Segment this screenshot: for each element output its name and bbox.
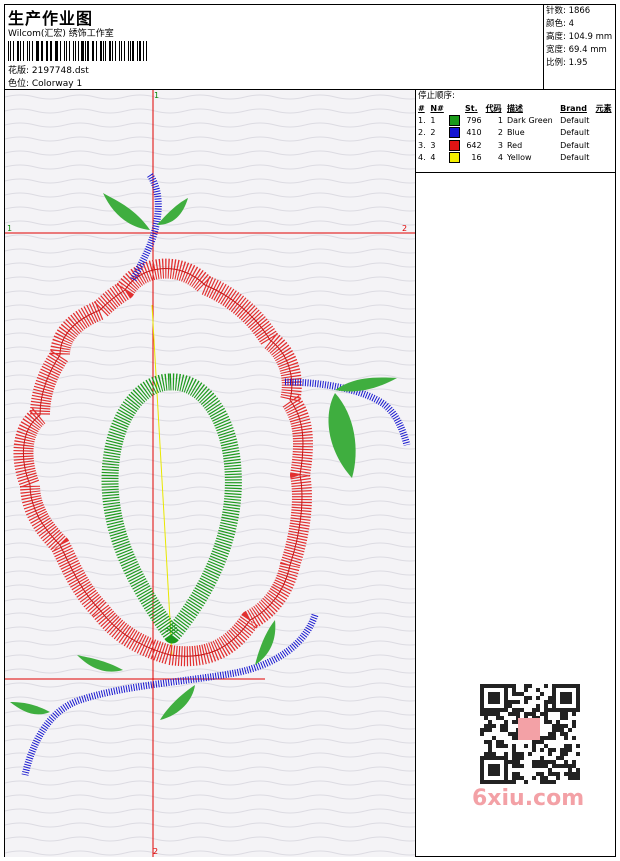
header-panel: 生产作业图 Wilcom(汇宏) 绣饰工作室 花版: 2197748.dst 色…	[5, 5, 615, 90]
scale-value: 比例: 1.95	[546, 58, 588, 68]
color-swatch-icon	[449, 114, 460, 126]
row-element	[594, 114, 615, 127]
guide-label-top: 1	[154, 91, 159, 100]
table-row: 3. 3 642 3 Red Default	[416, 139, 615, 152]
table-header-row: # N# St. 代码 描述 Brand 元素	[416, 102, 615, 114]
design-file-label: 花版: 2197748.dst	[8, 66, 89, 76]
height-value: 高度: 104.9 mm	[546, 32, 613, 42]
color-swatch	[447, 152, 463, 165]
guide-label-bottom: 2	[153, 847, 158, 856]
stop-sequence-title: 停止顺序:	[418, 91, 455, 101]
row-description: Dark Green	[506, 115, 553, 125]
row-stitches: 410	[466, 128, 482, 138]
column-header: St.	[465, 103, 478, 113]
row-element	[594, 152, 615, 165]
guide-label-left: 1	[7, 224, 12, 233]
column-header: 描述	[506, 103, 523, 113]
column-header	[447, 102, 463, 114]
row-number: 4	[430, 153, 436, 163]
design-canvas[interactable]: 1 2 1 2	[5, 90, 416, 857]
barcode	[8, 41, 148, 61]
color-count: 颜色: 4	[546, 19, 574, 29]
row-index: 1.	[418, 115, 426, 125]
stop-sequence-table: # N# St. 代码 描述 Brand 元素 1. 1 796 1 Dark Gree…	[416, 102, 615, 164]
row-number: 2	[430, 128, 436, 138]
row-brand: Default	[560, 115, 590, 125]
company-name: Wilcom(汇宏) 绣饰工作室	[8, 29, 114, 39]
row-stitches: 642	[466, 140, 482, 150]
color-swatch	[447, 114, 463, 127]
panel-divider	[416, 172, 615, 173]
row-brand: Default	[560, 153, 590, 163]
column-header: #	[418, 103, 425, 113]
row-description: Red	[506, 140, 523, 150]
column-header: 元素	[595, 103, 612, 113]
row-number: 1	[430, 115, 436, 125]
column-header: N#	[430, 103, 444, 113]
color-swatch	[447, 127, 463, 140]
table-row: 4. 4 16 4 Yellow Default	[416, 152, 615, 165]
row-element	[594, 127, 615, 140]
row-code: 2	[497, 128, 503, 138]
color-swatch-icon	[449, 139, 460, 151]
column-header: 代码	[485, 103, 502, 113]
row-description: Yellow	[506, 153, 532, 163]
row-number: 3	[430, 140, 436, 150]
color-swatch-icon	[449, 127, 460, 139]
row-brand: Default	[560, 140, 590, 150]
embroidery-preview: 1 2 1 2	[5, 90, 415, 857]
row-index: 4.	[418, 153, 426, 163]
guide-label-right: 2	[402, 224, 407, 233]
row-element	[594, 139, 615, 152]
stitch-count: 针数: 1866	[546, 6, 591, 16]
width-value: 宽度: 69.4 mm	[546, 45, 607, 55]
row-description: Blue	[506, 128, 525, 138]
row-code: 1	[497, 115, 503, 125]
color-swatch-icon	[449, 152, 460, 164]
row-index: 2.	[418, 128, 426, 138]
row-stitches: 796	[466, 115, 482, 125]
column-header: Brand	[560, 103, 587, 113]
color-swatch	[447, 139, 463, 152]
row-index: 3.	[418, 140, 426, 150]
qr-code	[472, 682, 582, 784]
table-row: 2. 2 410 2 Blue Default	[416, 127, 615, 140]
fabric-texture	[5, 90, 415, 857]
qr-code-graphic	[480, 684, 580, 784]
row-stitches: 16	[471, 153, 482, 163]
table-row: 1. 1 796 1 Dark Green Default	[416, 114, 615, 127]
watermark-text: 6xiu.com	[472, 786, 585, 811]
row-code: 4	[497, 153, 503, 163]
colorway-label: 色位: Colorway 1	[8, 79, 83, 89]
row-code: 3	[497, 140, 503, 150]
row-brand: Default	[560, 128, 590, 138]
specs-panel: 针数: 1866 颜色: 4 高度: 104.9 mm 宽度: 69.4 mm …	[543, 5, 616, 89]
